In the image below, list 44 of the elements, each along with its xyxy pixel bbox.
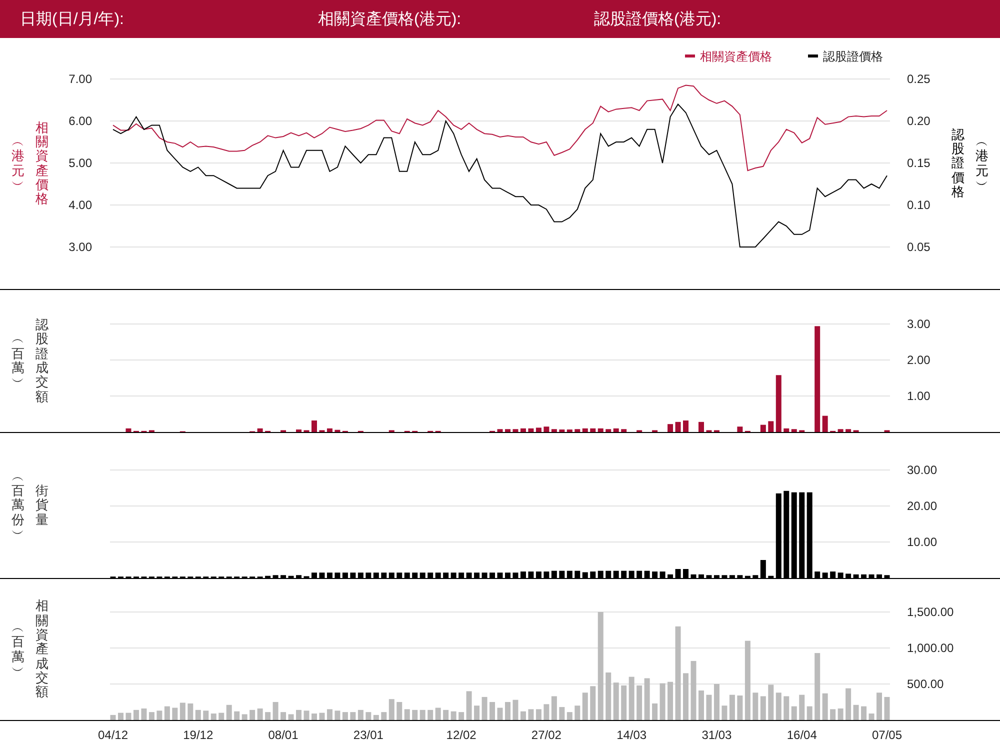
axis-label: 23/01 (353, 728, 384, 742)
axis-label: 16/04 (786, 728, 817, 742)
legend-label[interactable]: 相關資產價格 (700, 50, 772, 64)
axis-title: 相關資產價格 (34, 120, 50, 206)
axis-unit: ︵百萬︶ (10, 332, 26, 390)
axis-label: 0.15 (907, 156, 930, 170)
axis-title: 相關資產成交額 (34, 599, 50, 700)
axis-title: 街貨量 (34, 484, 50, 527)
axis-unit: ︵港元︶ (10, 134, 26, 192)
axis-label: 3.00 (68, 240, 92, 254)
axis-label: 5.00 (68, 156, 92, 170)
axis-label: 19/12 (183, 728, 214, 742)
axis-label: 14/03 (616, 728, 647, 742)
axis-label: 08/01 (268, 728, 298, 742)
axis-label: 0.25 (907, 72, 930, 86)
axis-label: 4.00 (68, 198, 92, 212)
axis-label: 0.05 (907, 240, 930, 254)
axis-title: 認股證價格 (950, 128, 966, 200)
field-label: 認股證價格(港元): (594, 10, 722, 30)
axis-label: 12/02 (446, 728, 476, 742)
axis-label: 0.10 (907, 198, 930, 212)
axis-label: 1.00 (907, 389, 930, 403)
axis-label: 27/02 (531, 728, 562, 742)
axis-label: 3.00 (907, 317, 930, 331)
axis-label: 04/12 (98, 728, 128, 742)
field-label: 相關資產價格(港元): (318, 10, 462, 30)
axis-unit: ︵港元︶ (974, 134, 990, 192)
axis-unit: ︵百萬︶ (10, 620, 26, 678)
field-label: 日期(日/月/年): (20, 10, 125, 30)
axis-label: 1,000.00 (907, 641, 954, 655)
legend-label[interactable]: 認股證價格 (823, 50, 883, 64)
axis-label: 07/05 (872, 728, 902, 742)
axis-label: 20.00 (907, 499, 938, 513)
axis-label: 2.00 (907, 353, 930, 367)
axis-label: 30.00 (907, 463, 938, 477)
axis-label: 6.00 (68, 114, 92, 128)
axis-label: 500.00 (907, 677, 944, 691)
axis-label: 0.20 (907, 114, 930, 128)
axis-label: 10.00 (907, 535, 938, 549)
axis-label: 31/03 (702, 728, 732, 742)
axis-label: 7.00 (68, 72, 92, 86)
axis-unit: ︵百萬份︶ (10, 470, 26, 542)
axis-title: 認股證成交額 (34, 318, 50, 404)
axis-label: 1,500.00 (907, 605, 954, 619)
